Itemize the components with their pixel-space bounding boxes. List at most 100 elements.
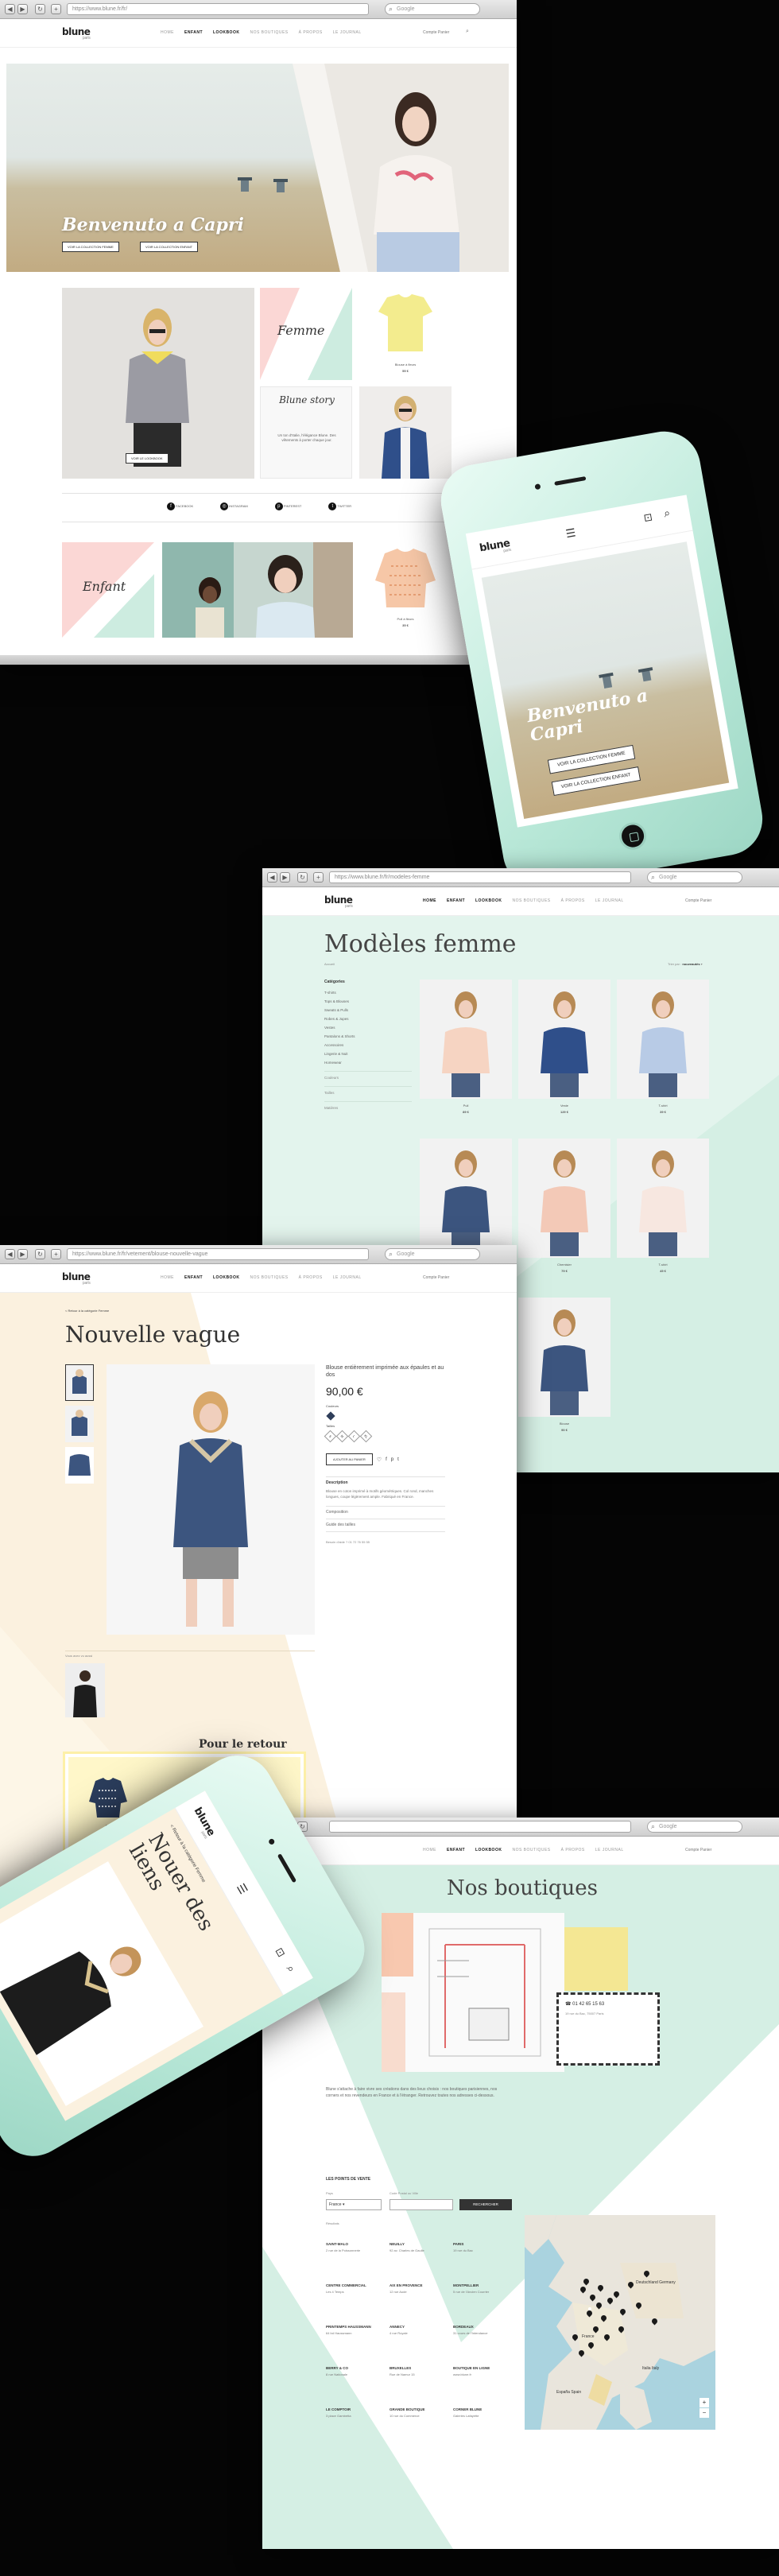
hero-button-femme[interactable]: VOIR LA COLLECTION FEMME (62, 242, 119, 252)
recent-thumbnail[interactable] (65, 1663, 105, 1717)
size-option[interactable]: L (347, 1430, 361, 1443)
address-bar[interactable]: https://www.blune.fr/fr/vetement/blouse-… (67, 1248, 369, 1260)
store-entry[interactable]: NEUILLY 92 av. Charles de Gaulle (390, 2242, 450, 2252)
size-option[interactable]: M (335, 1430, 349, 1443)
zoom-out-button[interactable]: − (700, 2408, 709, 2418)
mobile-logo[interactable]: blune paris (188, 1806, 217, 1840)
instagram-link[interactable]: ◎ INSTAGRAM (220, 502, 248, 510)
store-entry[interactable]: BRUXELLES Rue de Namur 15 (390, 2366, 450, 2376)
tile-story[interactable]: Blune story Un ton d'Italie, l'élégance … (260, 386, 352, 479)
nav-journal[interactable]: LE JOURNAL (333, 30, 362, 35)
filter-item[interactable]: Robes & Jupes (324, 1017, 412, 1021)
nav-home[interactable]: HOME (161, 30, 174, 35)
search-field[interactable]: Google (385, 1248, 480, 1260)
main-product-image[interactable] (107, 1364, 315, 1635)
store-entry[interactable]: AIX EN PROVENCE 12 rue Aude (390, 2283, 450, 2294)
nav-home[interactable]: HOME (161, 1275, 174, 1280)
add-tab-icon[interactable]: + (51, 4, 61, 14)
tab-description[interactable]: Description (326, 1480, 445, 1485)
nav-lookbook[interactable]: LOOKBOOK (213, 30, 239, 35)
store-entry[interactable]: PRINTEMPS HAUSSMANN 64 bd Haussmann (326, 2325, 386, 2335)
product-card[interactable]: Pull 89 € (420, 980, 512, 1131)
city-input[interactable] (390, 2199, 453, 2210)
nav-apropos[interactable]: À PROPOS (561, 1848, 585, 1852)
nav-home[interactable]: HOME (423, 1848, 436, 1852)
back-to-category-link[interactable]: < Retour à la catégorie Femme (65, 1309, 109, 1313)
store-entry[interactable]: BERRY & CO 8 rue Nationale (326, 2366, 386, 2376)
pinterest-link[interactable]: p PINTEREST (274, 502, 301, 510)
tile-model-veste[interactable] (359, 386, 452, 479)
nav-journal[interactable]: LE JOURNAL (595, 1848, 624, 1852)
store-map[interactable]: Deutschland Germany España Spain France … (525, 2215, 715, 2430)
filter-section[interactable]: Matières (324, 1101, 412, 1110)
store-entry[interactable]: GRANDE BOUTIQUE 10 rue du Commerce (390, 2407, 450, 2418)
forward-icon[interactable]: ▶ (280, 872, 290, 883)
reload-icon[interactable]: ↻ (35, 4, 45, 14)
add-to-cart-button[interactable]: AJOUTER AU PANIER (326, 1453, 373, 1465)
filter-section[interactable]: Tailles (324, 1086, 412, 1095)
store-entry[interactable]: BOUTIQUE EN LIGNE www.blune.fr (453, 2366, 514, 2376)
forward-icon[interactable]: ▶ (17, 1249, 28, 1259)
account-cart-links[interactable]: Compte Panier (685, 1848, 711, 1852)
filter-item[interactable]: Vestes (324, 1026, 412, 1030)
cart-icon[interactable]: ⊡ (273, 1946, 288, 1959)
tile-femme[interactable]: Femme (260, 288, 352, 380)
store-entry[interactable]: CORNER BLUNE Galeries Lafayette (453, 2407, 514, 2418)
filter-item[interactable]: Pantalons & Shorts (324, 1034, 412, 1038)
store-entry[interactable]: ANNECY 4 rue Royale (390, 2325, 450, 2335)
add-tab-icon[interactable]: + (51, 1249, 61, 1259)
twitter-icon[interactable]: t (397, 1457, 399, 1462)
facebook-icon[interactable]: f (386, 1457, 387, 1462)
menu-icon[interactable]: ☰ (564, 526, 576, 541)
store-entry[interactable]: SAINT-MALO 2 rue de la Poissonnerie (326, 2242, 386, 2252)
store-entry[interactable]: CENTRE COMMERCIAL Les 4 Temps (326, 2283, 386, 2294)
nav-apropos[interactable]: À PROPOS (561, 898, 585, 903)
nav-boutiques[interactable]: NOS BOUTIQUES (250, 1275, 288, 1280)
tile-enfant[interactable]: Enfant (62, 542, 154, 638)
size-option[interactable]: XL (359, 1430, 373, 1443)
search-icon[interactable]: ⌕ (466, 29, 469, 35)
zoom-in-button[interactable]: + (700, 2398, 709, 2407)
account-cart-links[interactable]: Compte Panier (423, 30, 449, 35)
filter-item[interactable]: Lingerie & Nuit (324, 1052, 412, 1056)
kid-product-card[interactable]: Pull à fleurs 35 € (359, 542, 452, 638)
store-entry[interactable]: MONTPELLIER 5 rue de l'Ancien Courrier (453, 2283, 514, 2294)
reload-icon[interactable]: ↻ (35, 1249, 45, 1259)
voir-lookbook-button[interactable]: VOIR LE LOOKBOOK (126, 453, 169, 464)
back-icon[interactable]: ◀ (5, 4, 15, 14)
color-swatch[interactable] (326, 1411, 335, 1421)
search-field[interactable]: Google (647, 871, 742, 883)
product-card[interactable]: Blouse à fleurs 55 € (359, 288, 452, 380)
product-card[interactable]: T-shirt 45 € (617, 1139, 709, 1290)
forward-icon[interactable]: ▶ (17, 4, 28, 14)
store-entry[interactable]: LE COMPTOIR 3 place Gambetta (326, 2407, 386, 2418)
twitter-link[interactable]: t TWITTER (328, 502, 351, 510)
nav-boutiques[interactable]: NOS BOUTIQUES (512, 898, 550, 903)
menu-icon[interactable]: ☰ (234, 1881, 250, 1896)
cart-icon[interactable]: ⊡ (643, 510, 654, 525)
phone-home-button[interactable] (617, 820, 649, 852)
filter-item[interactable]: Homewear (324, 1061, 412, 1065)
mobile-logo[interactable]: blune paris (479, 537, 511, 557)
thumbnail-2[interactable] (65, 1406, 94, 1442)
product-card[interactable]: Veste 129 € (518, 980, 610, 1131)
site-logo[interactable]: blune paris (62, 26, 91, 41)
nav-enfant[interactable]: ENFANT (184, 30, 203, 35)
nav-enfant[interactable]: ENFANT (184, 1275, 203, 1280)
facebook-link[interactable]: f FACEBOOK (167, 502, 193, 510)
address-bar[interactable] (329, 1821, 631, 1833)
nav-lookbook[interactable]: LOOKBOOK (213, 1275, 239, 1280)
nav-lookbook[interactable]: LOOKBOOK (475, 1848, 502, 1852)
nav-journal[interactable]: LE JOURNAL (333, 1275, 362, 1280)
pinterest-icon[interactable]: p (391, 1457, 393, 1462)
thumbnail-3[interactable] (65, 1447, 94, 1484)
phone-home-button[interactable] (0, 2023, 5, 2061)
account-cart-links[interactable]: Compte Panier (685, 898, 711, 903)
tile-model-femme[interactable]: VOIR LE LOOKBOOK (62, 288, 254, 479)
size-option[interactable]: S (324, 1430, 337, 1443)
reload-icon[interactable]: ↻ (297, 872, 308, 883)
address-bar[interactable]: https://www.blune.fr/fr/ (67, 3, 369, 15)
filter-item[interactable]: Accessoires (324, 1043, 412, 1047)
site-logo[interactable]: blune paris (62, 1271, 91, 1286)
account-cart-links[interactable]: Compte Panier (423, 1275, 449, 1280)
